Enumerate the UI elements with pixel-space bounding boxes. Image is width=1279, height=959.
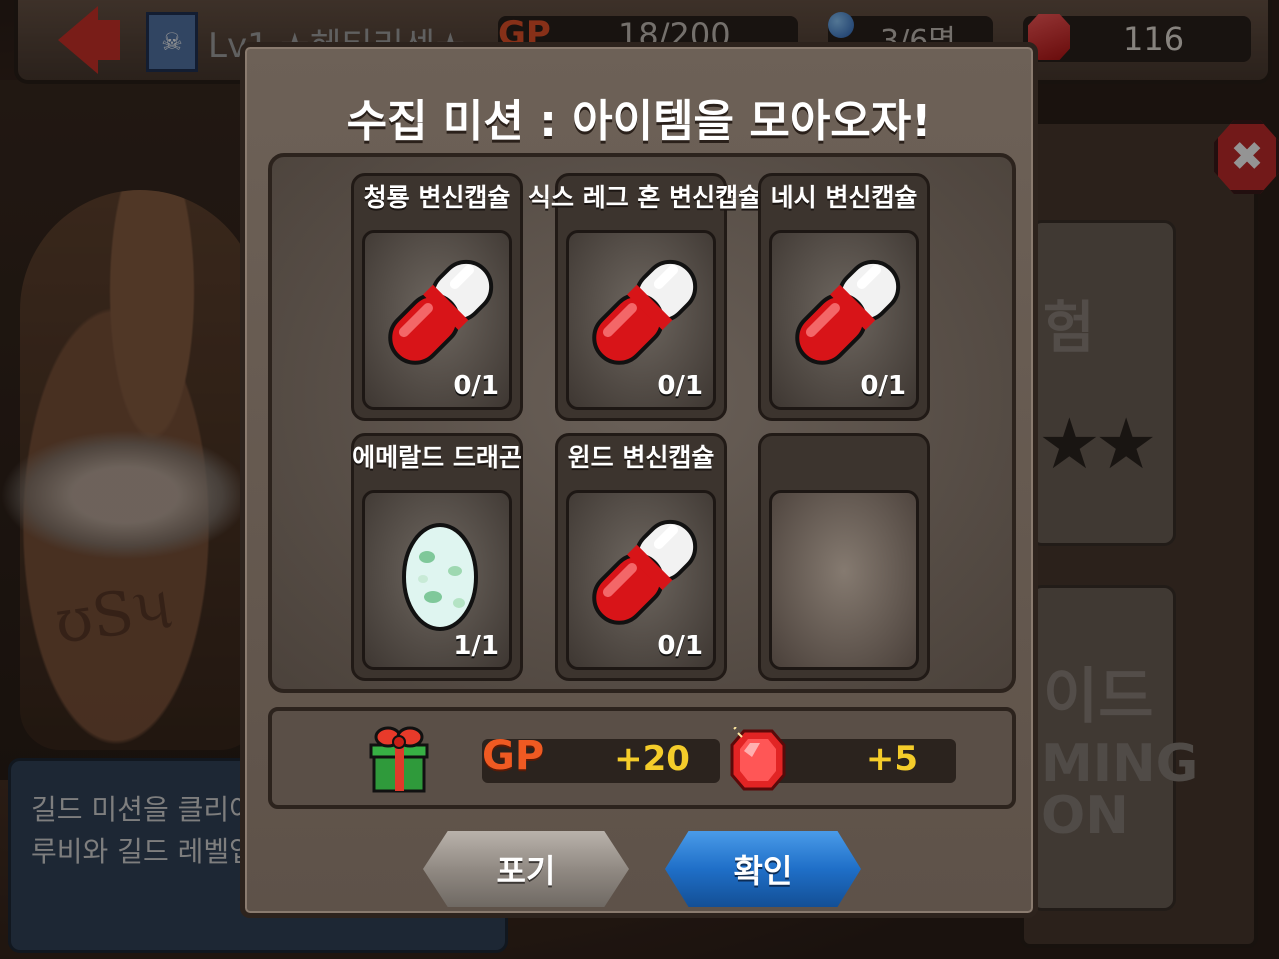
- confirm-button[interactable]: 확인: [665, 831, 861, 907]
- dialog-title: 수집 미션 : 아이템을 모아오자!: [346, 96, 932, 147]
- item-frame: 0/1: [566, 490, 716, 670]
- red-capsule-icon: [592, 519, 698, 625]
- gp-reward-amount: +20: [614, 739, 690, 779]
- item-count: 0/1: [453, 371, 499, 401]
- item-slot: 청룡 변신캡슐 0/1: [351, 173, 523, 421]
- item-frame: 1/1: [362, 490, 512, 670]
- collection-mission-dialog: 수집 미션 : 아이템을 모아오자! 청룡 변신캡슐 0/1 식스 레그 혼 변…: [240, 42, 1038, 918]
- item-frame: 0/1: [566, 230, 716, 410]
- red-capsule-icon: [795, 259, 901, 365]
- item-frame: 0/1: [769, 230, 919, 410]
- item-name: 에메랄드 드래곤: [352, 443, 522, 472]
- item-name: 네시 변신캡슐: [770, 183, 918, 212]
- spotted-egg-icon: [402, 523, 478, 631]
- empty-item-slot: [758, 433, 930, 681]
- item-count: 1/1: [453, 631, 499, 661]
- item-slot: 식스 레그 혼 변신캡슐 0/1: [528, 173, 761, 421]
- item-count: 0/1: [860, 371, 906, 401]
- item-name: 윈드 변신캡슐: [567, 443, 715, 472]
- item-slot: 네시 변신캡슐 0/1: [758, 173, 930, 421]
- item-name: 식스 레그 혼 변신캡슐: [528, 183, 762, 212]
- item-count: 0/1: [657, 631, 703, 661]
- item-name: 청룡 변신캡슐: [363, 183, 511, 212]
- give-up-button[interactable]: 포기: [423, 831, 629, 907]
- reward-bar: GP +20 +5: [268, 707, 1016, 809]
- red-capsule-icon: [388, 259, 494, 365]
- gp-reward-label: GP: [482, 733, 545, 779]
- item-frame: 0/1: [362, 230, 512, 410]
- item-slot: 윈드 변신캡슐 0/1: [555, 433, 727, 681]
- required-items-panel: 청룡 변신캡슐 0/1 식스 레그 혼 변신캡슐 0/1 네시 변신캡슐 0/1…: [268, 153, 1016, 693]
- gift-box-icon: [369, 726, 429, 793]
- item-slot: 에메랄드 드래곤 1/1: [351, 433, 523, 681]
- item-frame: [769, 490, 919, 670]
- red-capsule-icon: [592, 259, 698, 365]
- item-count: 0/1: [657, 371, 703, 401]
- ruby-reward-amount: +5: [865, 739, 919, 779]
- ruby-icon: [730, 727, 786, 791]
